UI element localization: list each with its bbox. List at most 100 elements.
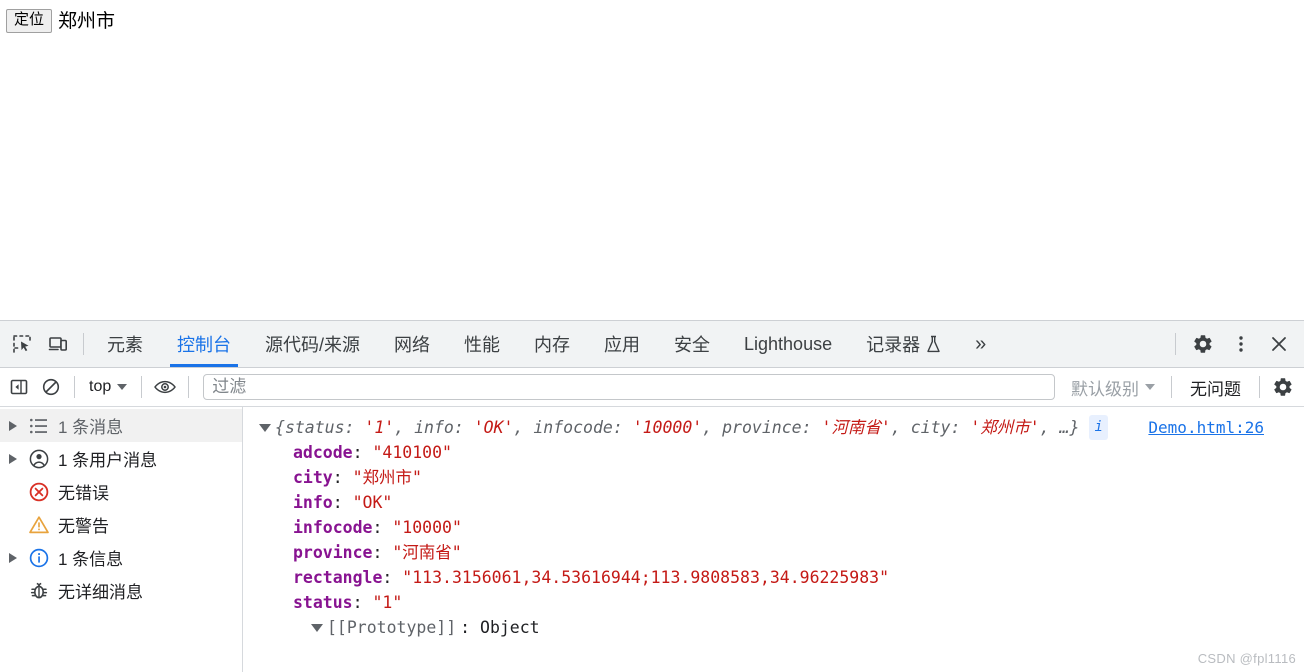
property-value: "OK" bbox=[352, 493, 393, 512]
property-key: adcode bbox=[293, 443, 353, 462]
property-value: "河南省" bbox=[392, 543, 462, 562]
property-row[interactable]: infocode: "10000" bbox=[293, 515, 1304, 540]
flask-icon bbox=[925, 335, 942, 354]
sidebar-item-label: 无详细消息 bbox=[58, 583, 143, 602]
object-properties: adcode: "410100" city: "郑州市" info: "OK" … bbox=[259, 440, 1304, 640]
log-level-select[interactable]: 默认级别 bbox=[1063, 375, 1163, 400]
sidebar-item-verbose[interactable]: 无详细消息 bbox=[0, 574, 242, 607]
log-level-value: 默认级别 bbox=[1071, 379, 1139, 399]
issues-status[interactable]: 无问题 bbox=[1180, 375, 1251, 400]
prototype-key: [[Prototype]] bbox=[327, 618, 457, 637]
property-key: infocode bbox=[293, 518, 373, 537]
tab-elements[interactable]: 元素 bbox=[90, 321, 160, 367]
tab-network[interactable]: 网络 bbox=[377, 321, 447, 367]
sidebar-item-info[interactable]: 1 条信息 bbox=[0, 541, 242, 574]
preview-value-2: '10000' bbox=[632, 418, 703, 437]
info-icon bbox=[26, 547, 52, 569]
more-options-icon[interactable] bbox=[1224, 327, 1258, 361]
expand-triangle-icon[interactable] bbox=[6, 453, 20, 464]
locate-button[interactable]: 定位 bbox=[6, 9, 53, 33]
inspect-element-icon[interactable] bbox=[5, 327, 39, 361]
property-key: info bbox=[293, 493, 333, 512]
tab-lighthouse[interactable]: Lighthouse bbox=[727, 321, 849, 367]
tab-label: 安全 bbox=[674, 335, 711, 355]
preview-key-4: city: bbox=[910, 418, 971, 437]
sidebar-item-messages[interactable]: 1 条消息 bbox=[0, 409, 242, 442]
user-icon bbox=[26, 448, 52, 470]
tab-memory[interactable]: 内存 bbox=[517, 321, 587, 367]
locate-row: 定位 郑州市 bbox=[6, 8, 1304, 34]
property-row[interactable]: adcode: "410100" bbox=[293, 440, 1304, 465]
sidebar-item-label: 1 条信息 bbox=[58, 550, 124, 569]
console-toolbar-divider-5 bbox=[1259, 376, 1260, 398]
console-toolbar-divider-2 bbox=[141, 376, 143, 398]
tab-label: 元素 bbox=[107, 335, 143, 355]
sidebar-item-label: 无警告 bbox=[58, 517, 109, 536]
verbose-bug-icon bbox=[26, 580, 52, 602]
filter-input[interactable] bbox=[203, 374, 1055, 400]
expand-triangle-icon[interactable] bbox=[259, 424, 271, 432]
info-badge[interactable]: i bbox=[1089, 415, 1108, 440]
sidebar-item-user-messages[interactable]: 1 条用户消息 bbox=[0, 442, 242, 475]
execution-context-select[interactable]: top bbox=[83, 374, 133, 400]
close-icon[interactable] bbox=[1262, 327, 1296, 361]
tab-application[interactable]: 应用 bbox=[587, 321, 657, 367]
tab-label: 记录器 bbox=[866, 335, 921, 355]
sidebar-item-warnings[interactable]: 无警告 bbox=[0, 508, 242, 541]
devtools-tabs: 元素 控制台 源代码/来源 网络 性能 内存 应用 安全 Lighthouse … bbox=[90, 321, 1169, 367]
tabbar-right-tools bbox=[1169, 321, 1304, 367]
preview-value-4: '郑州市' bbox=[970, 418, 1040, 437]
console-message-object: Demo.html:26 {status: '1', info: 'OK', i… bbox=[243, 415, 1304, 640]
property-row[interactable]: province: "河南省" bbox=[293, 540, 1304, 565]
preview-key-0: status: bbox=[284, 418, 365, 437]
object-preview: {status: '1', info: 'OK', infocode: '100… bbox=[275, 418, 1080, 437]
property-key: rectangle bbox=[293, 568, 383, 587]
source-link[interactable]: Demo.html:26 bbox=[1148, 415, 1264, 440]
tab-console[interactable]: 控制台 bbox=[160, 321, 248, 367]
sidebar-item-errors[interactable]: 无错误 bbox=[0, 475, 242, 508]
expand-triangle-icon[interactable] bbox=[6, 420, 20, 431]
error-icon bbox=[26, 481, 52, 503]
preview-ellipsis: , …} bbox=[1039, 418, 1080, 437]
gear-icon[interactable] bbox=[1186, 327, 1220, 361]
more-tabs-button[interactable]: » bbox=[959, 321, 1002, 367]
tabbar-left-tools bbox=[0, 321, 90, 367]
tab-recorder[interactable]: 记录器 bbox=[849, 321, 959, 367]
execution-context-value: top bbox=[89, 378, 112, 395]
tab-security[interactable]: 安全 bbox=[657, 321, 727, 367]
console-settings-gear-icon[interactable] bbox=[1268, 373, 1298, 401]
preview-key-2: infocode: bbox=[533, 418, 633, 437]
prototype-value: : Object bbox=[460, 618, 540, 637]
expand-triangle-icon[interactable] bbox=[6, 552, 20, 563]
property-row[interactable]: city: "郑州市" bbox=[293, 465, 1304, 490]
live-expression-icon[interactable] bbox=[150, 373, 180, 401]
tab-label: 性能 bbox=[464, 335, 501, 355]
property-row[interactable]: rectangle: "113.3156061,34.53616944;113.… bbox=[293, 565, 1304, 590]
preview-open-brace: { bbox=[275, 418, 285, 437]
preview-value-3: '河南省' bbox=[821, 418, 891, 437]
tab-label: 网络 bbox=[394, 335, 431, 355]
console-sidebar-toggle-icon[interactable] bbox=[4, 373, 34, 401]
object-preview-row[interactable]: {status: '1', info: 'OK', infocode: '100… bbox=[259, 415, 1304, 440]
preview-key-3: province: bbox=[722, 418, 822, 437]
property-value: "113.3156061,34.53616944;113.9808583,34.… bbox=[402, 568, 890, 587]
tab-label: 应用 bbox=[604, 335, 641, 355]
sidebar-item-label: 无错误 bbox=[58, 484, 109, 503]
sidebar-item-label: 1 条消息 bbox=[58, 418, 124, 437]
clear-console-icon[interactable] bbox=[36, 373, 66, 401]
preview-key-1: info: bbox=[414, 418, 474, 437]
tab-label: 内存 bbox=[534, 335, 571, 355]
tab-sources[interactable]: 源代码/来源 bbox=[248, 321, 377, 367]
city-result-text: 郑州市 bbox=[58, 10, 116, 32]
property-value: "410100" bbox=[372, 443, 452, 462]
property-row[interactable]: info: "OK" bbox=[293, 490, 1304, 515]
console-toolbar-divider-3 bbox=[188, 376, 190, 398]
tab-performance[interactable]: 性能 bbox=[447, 321, 517, 367]
preview-value-1: 'OK' bbox=[473, 418, 514, 437]
expand-triangle-icon[interactable] bbox=[311, 623, 323, 632]
devtools-panel: 元素 控制台 源代码/来源 网络 性能 内存 应用 安全 Lighthouse … bbox=[0, 320, 1304, 672]
property-row[interactable]: status: "1" bbox=[293, 590, 1304, 615]
prototype-row[interactable]: [[Prototype]]: Object bbox=[293, 615, 1304, 640]
property-value: "郑州市" bbox=[352, 468, 422, 487]
device-toolbar-icon[interactable] bbox=[41, 327, 75, 361]
